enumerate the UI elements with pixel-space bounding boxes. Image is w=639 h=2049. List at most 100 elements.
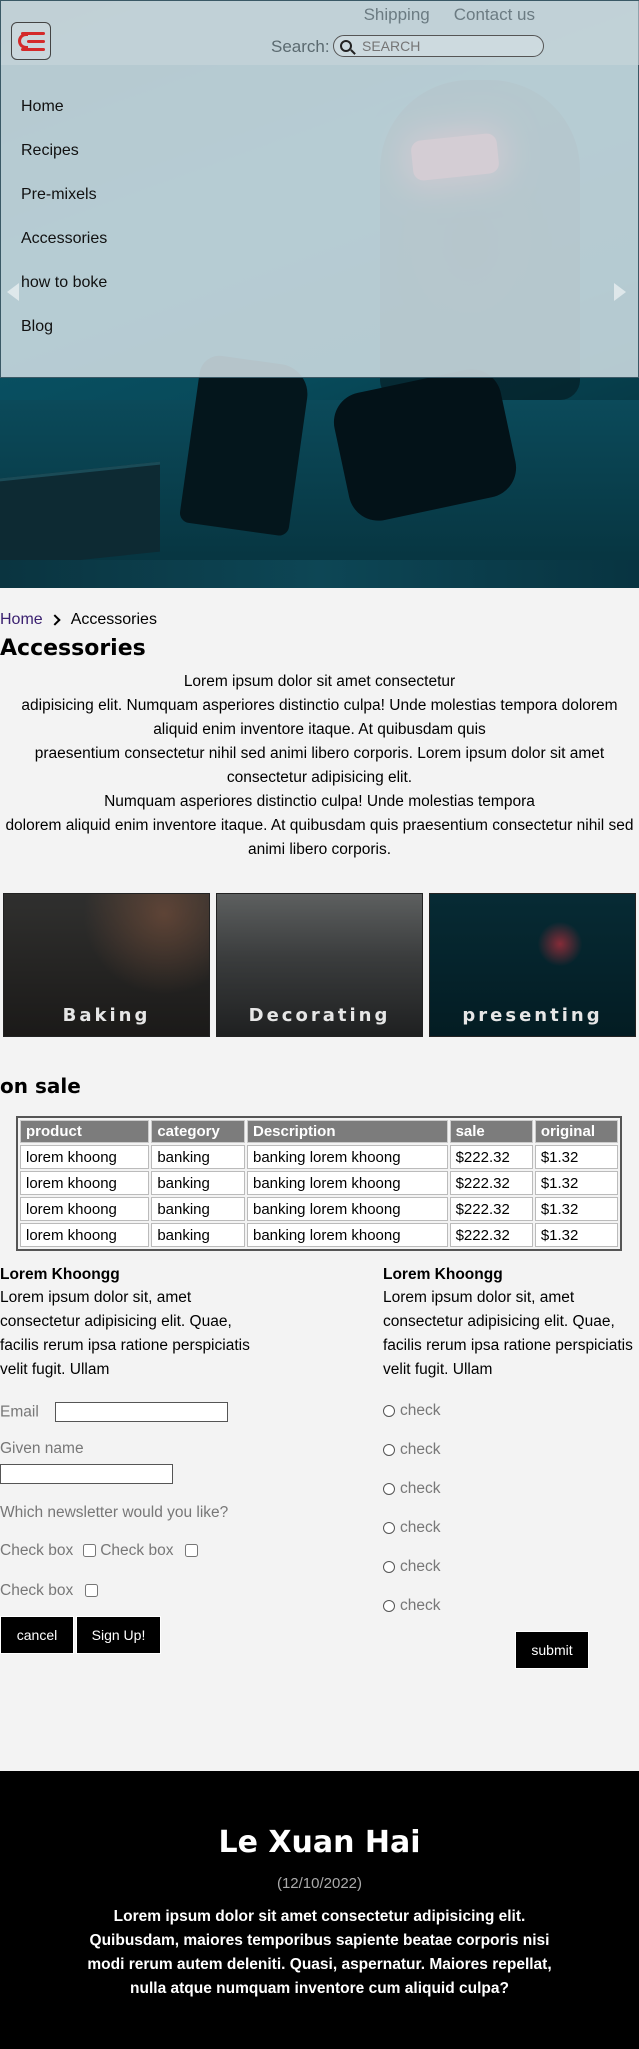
intro-line: praesentium consectetur nihil sed animi … [34,745,605,786]
radio-icon[interactable] [383,1405,395,1417]
table-cell: banking lorem khoong [246,1145,448,1169]
table-cell: banking [151,1223,245,1247]
check-label: check [400,1597,441,1614]
hero-boot [178,353,312,537]
checkbox-row: Check box [0,1582,102,1600]
table-row: lorem khoong banking banking lorem khoon… [20,1145,618,1169]
info-block-left: Lorem Khoongg Lorem ipsum dolor sit, ame… [0,1264,260,1382]
checkbox-label: Check box [0,1582,74,1599]
nav-item-blog[interactable]: Blog [21,317,107,361]
search-icon [340,40,352,52]
shipping-link[interactable]: Shipping [364,5,430,25]
table-cell: lorem khoong [20,1145,150,1169]
table-cell: $222.32 [449,1171,533,1195]
column-header: sale [449,1120,533,1143]
table-header-row: product category Description sale origin… [20,1120,618,1143]
hero-banner: Shipping Contact us Search: Home Recipes… [0,0,639,588]
search-label: Search: [271,37,330,56]
intro-line: Lorem ipsum dolor sit amet consectetur [183,673,456,690]
menu-toggle-button[interactable] [11,22,51,60]
email-label: Email [0,1403,39,1421]
newsletter-checkbox[interactable] [83,1544,97,1558]
checkbox-label: Check box [100,1542,174,1559]
given-name-field[interactable] [0,1464,173,1484]
carousel-next-icon[interactable] [614,283,626,301]
info-text: Lorem ipsum dolor sit, amet consectetur … [383,1289,633,1378]
intro-text: Lorem ipsum dolor sit amet consectetur a… [0,670,639,862]
nav-item-home[interactable]: Home [21,97,107,141]
check-label: check [400,1402,441,1419]
table-cell: $1.32 [534,1197,618,1221]
footer-date: (12/10/2022) [276,1875,363,1892]
breadcrumb-home-link[interactable]: Home [0,611,43,629]
nav-item-recipes[interactable]: Recipes [21,141,107,185]
check-option[interactable]: check [383,1441,441,1459]
top-links: Shipping Contact us [364,5,535,25]
check-option[interactable]: check [383,1402,441,1420]
check-option[interactable]: check [383,1558,441,1576]
check-option[interactable]: check [383,1597,441,1615]
newsletter-checkbox[interactable] [85,1584,99,1598]
top-bar: Shipping Contact us Search: [1,1,639,65]
sale-title: on sale [0,1074,81,1098]
info-block-right: Lorem Khoongg Lorem ipsum dolor sit, ame… [383,1264,639,1382]
category-cards: Baking Decorating presenting [3,893,636,1037]
nav-item-how-to-boke[interactable]: how to boke [21,273,107,317]
column-header: Description [246,1120,448,1143]
check-label: check [400,1519,441,1536]
breadcrumb-current: Accessories [70,611,157,628]
category-card-presenting[interactable]: presenting [429,893,636,1037]
column-header: category [151,1120,245,1143]
email-field[interactable] [55,1402,229,1422]
hero-equipment [0,461,160,569]
sale-table: product category Description sale origin… [16,1116,622,1251]
table-row: lorem khoong banking banking lorem khoon… [20,1171,618,1195]
chevron-right-icon [49,614,61,626]
radio-icon[interactable] [383,1444,395,1456]
category-card-baking[interactable]: Baking [3,893,210,1037]
cancel-button[interactable]: cancel [0,1616,74,1654]
table-cell: banking lorem khoong [246,1197,448,1221]
category-card-decorating[interactable]: Decorating [216,893,423,1037]
table-cell: $1.32 [534,1223,618,1247]
radio-icon[interactable] [383,1600,395,1612]
footer-author-name: Le Xuan Hai [218,1825,421,1860]
check-option[interactable]: check [383,1480,441,1498]
search-input[interactable] [362,38,532,54]
column-header: product [20,1120,150,1143]
check-label: check [400,1441,441,1458]
table-row: lorem khoong banking banking lorem khoon… [20,1197,618,1221]
footer-description: Lorem ipsum dolor sit amet consectetur a… [87,1908,552,1997]
carousel-prev-icon[interactable] [7,283,19,301]
hero-base [0,560,639,588]
table-cell: $1.32 [534,1171,618,1195]
radio-icon[interactable] [383,1483,395,1495]
search-box[interactable] [333,35,544,57]
radio-icon[interactable] [383,1561,395,1573]
intro-line: Numquam asperiores distinctio culpa! Und… [104,793,535,810]
check-option[interactable]: check [383,1519,441,1537]
submit-button[interactable]: submit [515,1631,589,1669]
table-cell: lorem khoong [20,1223,150,1247]
contact-link[interactable]: Contact us [454,5,535,25]
table-cell: lorem khoong [20,1171,150,1195]
radio-icon[interactable] [383,1522,395,1534]
sign-up-button[interactable]: Sign Up! [76,1616,161,1654]
nav-item-pre-mixels[interactable]: Pre-mixels [21,185,107,229]
newsletter-question: Which newsletter would you like? [0,1504,229,1521]
column-header: original [534,1120,618,1143]
check-label: check [400,1480,441,1497]
email-row: Email [0,1402,229,1422]
table-cell: banking [151,1197,245,1221]
category-card-label: Baking [62,1005,151,1026]
nav-item-accessories[interactable]: Accessories [21,229,107,273]
newsletter-checkbox[interactable] [185,1544,199,1558]
checkbox-row: Check box Check box [0,1542,202,1560]
given-name-row [0,1464,173,1484]
intro-line: dolorem aliquid enim inventore itaque. A… [5,817,634,858]
table-cell: $222.32 [449,1197,533,1221]
nav-overlay: Shipping Contact us Search: Home Recipes… [0,0,639,378]
intro-line: adipisicing elit. Numquam asperiores dis… [21,697,618,738]
breadcrumb: Home Accessories [0,611,157,629]
table-cell: $222.32 [449,1145,533,1169]
